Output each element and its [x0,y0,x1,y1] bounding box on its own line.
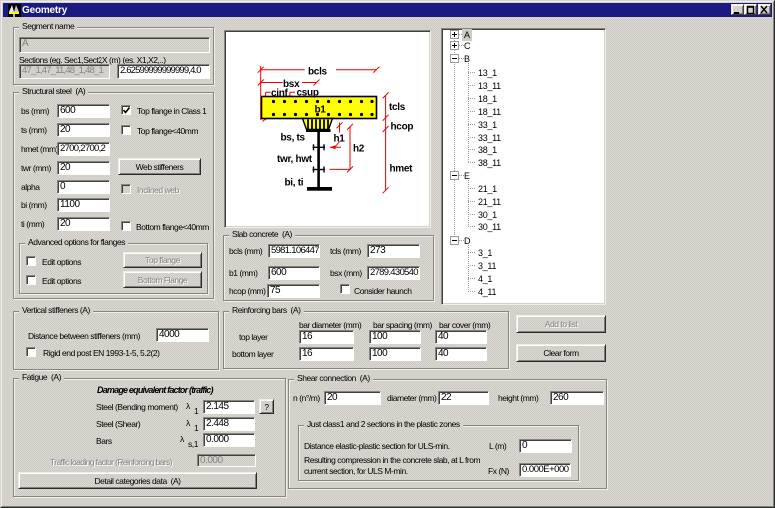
svg-text:csup: csup [297,88,319,99]
svg-text:twr, hwt: twr, hwt [277,154,313,165]
svg-text:cinf: cinf [271,88,289,99]
svg-text:b1: b1 [315,105,327,116]
svg-text:bcls: bcls [308,67,328,78]
svg-text:bs, ts: bs, ts [281,133,306,144]
svg-text:h1: h1 [334,134,346,145]
svg-text:tcls: tcls [389,102,406,113]
svg-text:bi, ti: bi, ti [285,178,304,189]
svg-text:hcop: hcop [391,122,414,133]
svg-text:hmet: hmet [390,164,414,175]
svg-text:h2: h2 [353,144,365,155]
